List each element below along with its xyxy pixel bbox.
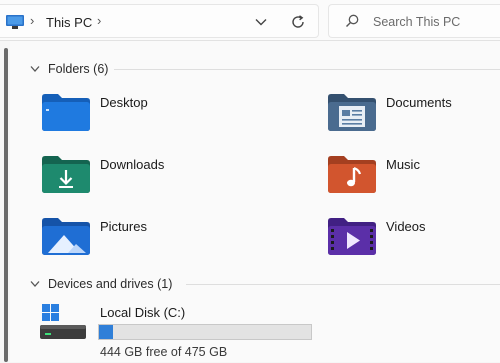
folders-group-title: Folders (6) [48,62,109,76]
drive-label: Local Disk (C:) [100,305,186,320]
search-input[interactable]: Search This PC [373,15,460,29]
group-divider [114,69,500,70]
folder-label: Desktop [100,95,148,110]
scrollbar[interactable] [4,48,8,362]
breadcrumb-separator-icon[interactable]: › [30,13,34,28]
folder-tile-desktop[interactable]: Desktop [42,93,192,133]
folder-label: Documents [386,95,452,110]
address-bar: › This PC › Search This PC [0,0,500,41]
breadcrumb-this-pc[interactable]: This PC [46,15,92,30]
content-pane: Folders (6) Desktop Documents Downloads … [10,41,500,362]
this-pc-icon [6,15,24,29]
folder-label: Music [386,157,420,172]
music-folder-icon [328,156,376,193]
group-divider [186,284,500,285]
chevron-down-icon[interactable] [254,15,268,29]
documents-folder-icon [328,94,376,131]
breadcrumb-chevron-icon[interactable]: › [97,13,101,28]
drive-usage-fill [99,325,113,339]
collapse-chevron-icon[interactable] [30,65,40,73]
desktop-folder-icon [42,94,90,131]
breadcrumb[interactable]: › This PC › [0,4,319,38]
search-box[interactable]: Search This PC [328,4,500,38]
drives-group-header[interactable]: Devices and drives (1) [30,277,172,291]
folder-tile-downloads[interactable]: Downloads [42,155,192,195]
folder-tile-music[interactable]: Music [328,155,488,195]
drive-tile-local-disk[interactable]: Local Disk (C:) 444 GB free of 475 GB [40,303,340,363]
folder-tile-documents[interactable]: Documents [328,93,488,133]
downloads-folder-icon [42,156,90,193]
videos-folder-icon [328,218,376,255]
folder-label: Downloads [100,157,165,172]
folder-label: Videos [386,219,426,234]
drive-usage-bar [98,324,312,340]
local-disk-icon [40,304,86,339]
folder-label: Pictures [100,219,147,234]
collapse-chevron-icon[interactable] [30,280,40,288]
drive-free-space: 444 GB free of 475 GB [100,345,228,359]
folders-group-header[interactable]: Folders (6) [30,62,108,76]
refresh-icon[interactable] [290,14,306,30]
search-icon [346,14,359,27]
pictures-folder-icon [42,218,90,255]
drives-group-title: Devices and drives (1) [48,277,173,291]
folder-tile-videos[interactable]: Videos [328,217,488,257]
folder-tile-pictures[interactable]: Pictures [42,217,192,257]
